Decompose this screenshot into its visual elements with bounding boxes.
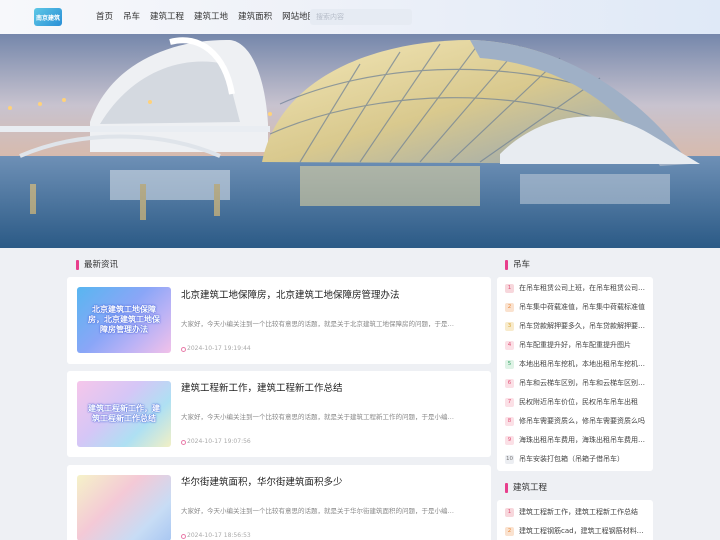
top-header: 南京建筑 首页 吊车 建筑工程 建筑工地 建筑面积 网站地图 — [0, 0, 720, 34]
list-item[interactable]: 4 吊车配重提升好，吊车配重提升图片 — [505, 340, 647, 350]
rank-number: 2 — [505, 526, 514, 536]
list-item[interactable]: 3 吊车贷款解押要多久，吊车贷款解押要多久时间 — [505, 321, 647, 331]
hero-banner — [0, 34, 720, 248]
rank-number: 2 — [505, 302, 514, 312]
sidebar-crane-list: 1 在吊车租赁公司上班，在吊车租赁公司上班怎么样 2 吊车集中荷载准值，吊车集中荷载… — [497, 277, 653, 471]
rank-number: 6 — [505, 378, 514, 388]
article-card[interactable]: 建筑工程新工作，建筑工程新工作总结 建筑工程新工作，建筑工程新工作总结 大家好，… — [67, 371, 491, 457]
article-time: 2024-10-17 19:07:56 — [181, 438, 251, 445]
article-title[interactable]: 建筑工程新工作，建筑工程新工作总结 — [181, 380, 343, 394]
article-thumbnail[interactable]: 北京建筑工地保障房，北京建筑工地保障房管理办法 — [77, 287, 171, 353]
list-item[interactable]: 1 建筑工程新工作，建筑工程新工作总结 — [505, 507, 647, 517]
article-card[interactable]: 北京建筑工地保障房，北京建筑工地保障房管理办法 北京建筑工地保障房，北京建筑工地… — [67, 277, 491, 364]
list-item-text: 吊车配重提升好，吊车配重提升图片 — [519, 341, 631, 349]
article-excerpt: 大家好，今天小编关注到一个比较有意思的话题，就是关于北京建筑工地保障房的问题，于… — [181, 320, 454, 328]
rank-number: 8 — [505, 416, 514, 426]
list-item-text: 民权附近吊车价位，民权吊车吊车出租 — [519, 398, 638, 406]
list-item-text: 修吊车需要资质么，修吊车需要资质么吗 — [519, 417, 645, 425]
list-item-text: 吊车安装打包箱（吊箱子借吊车） — [519, 455, 624, 463]
nav-construction[interactable]: 建筑工程 — [150, 10, 184, 24]
article-title[interactable]: 北京建筑工地保障房，北京建筑工地保障房管理办法 — [181, 287, 400, 301]
article-time: 2024-10-17 18:56:53 — [181, 532, 251, 539]
list-item[interactable]: 9 海珠出租吊车费用，海珠出租吊车费用多少 — [505, 435, 647, 445]
list-item[interactable]: 2 建筑工程钢筋cad，建筑工程钢筋材料… — [505, 526, 647, 536]
site-logo[interactable]: 南京建筑 — [34, 8, 62, 26]
list-item-text: 本地出租吊车挖机，本地出租吊车挖机电话 — [519, 360, 647, 368]
sidebar-construction-heading: 建筑工程 — [505, 482, 547, 494]
thumbnail-text: 北京建筑工地保障房，北京建筑工地保障房管理办法 — [88, 305, 160, 334]
article-card[interactable]: 华尔街建筑面积，华尔街建筑面积多少 大家好，今天小编关注到一个比较有意思的话题，… — [67, 465, 491, 540]
sidebar-crane-heading: 吊车 — [505, 259, 530, 271]
article-excerpt: 大家好，今天小编关注到一个比较有意思的话题，就是关于华尔街建筑面积的问题，于是小… — [181, 507, 454, 515]
list-item-text: 吊车和云梯车区别，吊车和云梯车区别在哪 — [519, 379, 647, 387]
list-item-text: 海珠出租吊车费用，海珠出租吊车费用多少 — [519, 436, 647, 444]
list-item[interactable]: 10 吊车安装打包箱（吊箱子借吊车） — [505, 454, 647, 464]
rank-number: 1 — [505, 283, 514, 293]
list-item-text: 吊车贷款解押要多久，吊车贷款解押要多久时间 — [519, 322, 647, 330]
hero-architecture-image — [0, 34, 720, 248]
article-time: 2024-10-17 19:19:44 — [181, 345, 251, 352]
rank-number: 7 — [505, 397, 514, 407]
article-thumbnail[interactable]: 建筑工程新工作，建筑工程新工作总结 — [77, 381, 171, 447]
rank-number: 3 — [505, 321, 514, 331]
logo-text: 南京建筑 — [35, 14, 60, 22]
rank-number: 9 — [505, 435, 514, 445]
article-excerpt: 大家好，今天小编关注到一个比较有意思的话题，就是关于建筑工程新工作的问题，于是小… — [181, 413, 454, 421]
latest-news-heading: 最新资讯 — [76, 259, 118, 271]
thumbnail-text: 建筑工程新工作，建筑工程新工作总结 — [88, 404, 160, 423]
list-item-text: 建筑工程钢筋cad，建筑工程钢筋材料… — [519, 527, 644, 535]
nav-crane[interactable]: 吊车 — [123, 10, 140, 24]
list-item-text: 建筑工程新工作，建筑工程新工作总结 — [519, 508, 638, 516]
rank-number: 4 — [505, 340, 514, 350]
list-item[interactable]: 6 吊车和云梯车区别，吊车和云梯车区别在哪 — [505, 378, 647, 388]
search-input[interactable] — [310, 9, 412, 25]
list-item[interactable]: 5 本地出租吊车挖机，本地出租吊车挖机电话 — [505, 359, 647, 369]
rank-number: 1 — [505, 507, 514, 517]
list-item[interactable]: 7 民权附近吊车价位，民权吊车吊车出租 — [505, 397, 647, 407]
main-nav: 首页 吊车 建筑工程 建筑工地 建筑面积 网站地图 — [96, 10, 326, 24]
nav-area[interactable]: 建筑面积 — [238, 10, 272, 24]
list-item-text: 吊车集中荷载准值，吊车集中荷载标准值 — [519, 303, 645, 311]
article-title[interactable]: 华尔街建筑面积，华尔街建筑面积多少 — [181, 474, 343, 488]
list-item[interactable]: 2 吊车集中荷载准值，吊车集中荷载标准值 — [505, 302, 647, 312]
nav-home[interactable]: 首页 — [96, 10, 113, 24]
article-thumbnail[interactable] — [77, 475, 171, 540]
list-item[interactable]: 1 在吊车租赁公司上班，在吊车租赁公司上班怎么样 — [505, 283, 647, 293]
list-item[interactable]: 8 修吊车需要资质么，修吊车需要资质么吗 — [505, 416, 647, 426]
rank-number: 10 — [505, 454, 514, 464]
rank-number: 5 — [505, 359, 514, 369]
sidebar-construction-list: 1 建筑工程新工作，建筑工程新工作总结 2 建筑工程钢筋cad，建筑工程钢筋材料… — [497, 500, 653, 540]
list-item-text: 在吊车租赁公司上班，在吊车租赁公司上班怎么样 — [519, 284, 647, 292]
nav-site[interactable]: 建筑工地 — [194, 10, 228, 24]
